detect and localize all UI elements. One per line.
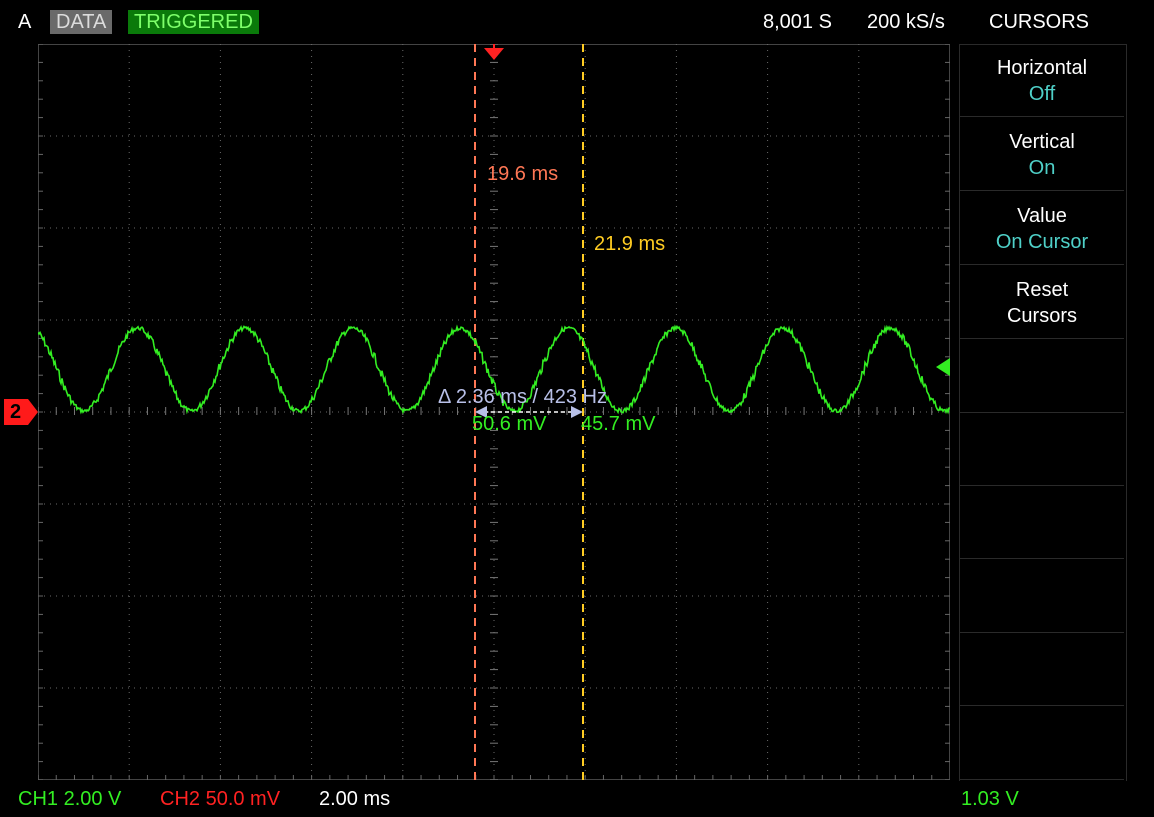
softkey-horizontal-value: Off <box>1028 83 1056 105</box>
sample-count: 8,001 S <box>763 11 832 33</box>
softkey-horizontal[interactable]: Horizontal Off <box>960 44 1124 117</box>
cursor1-value-readout: 50.6 mV <box>472 413 547 435</box>
cursor2-time-readout: 21.9 ms <box>594 233 666 255</box>
softkey-empty-10[interactable] <box>960 706 1124 780</box>
softkey-reset-cursors[interactable]: Reset Cursors <box>960 266 1124 339</box>
softkey-empty-8[interactable] <box>960 559 1124 633</box>
ch1-scale: CH1 2.00 V <box>18 788 122 810</box>
menu-title: CURSORS <box>989 11 1090 33</box>
cursor-delta-readout: Δ 2.36 ms / 423 Hz <box>438 386 607 408</box>
softkey-value-value: On Cursor <box>995 231 1089 253</box>
channel-letter: A <box>18 11 32 33</box>
softkey-empty-7[interactable] <box>960 486 1124 559</box>
data-mode-badge: DATA <box>50 10 113 34</box>
softkey-reset-label: Reset <box>1015 279 1069 301</box>
softkey-value[interactable]: Value On Cursor <box>960 192 1124 265</box>
softkey-vertical-label: Vertical <box>1009 131 1075 153</box>
softkey-vertical-value: On <box>1028 157 1056 179</box>
softkey-value-label: Value <box>1017 205 1067 227</box>
timebase-scale: 2.00 ms <box>319 788 391 810</box>
ch2-marker-label: 2 <box>10 401 22 423</box>
softkey-reset-value: Cursors <box>1006 305 1077 327</box>
ch2-scale: CH2 50.0 mV <box>160 788 281 810</box>
trigger-level-readout: 1.03 V <box>961 788 1019 810</box>
softkey-horizontal-label: Horizontal <box>996 57 1088 79</box>
softkey-vertical[interactable]: Vertical On <box>960 118 1124 191</box>
ch2-ground-marker[interactable]: 2 <box>4 399 40 425</box>
softkey-empty-9[interactable] <box>960 633 1124 706</box>
cursor1-time-readout: 19.6 ms <box>487 163 559 185</box>
triggered-status-badge: TRIGGERED <box>128 10 259 34</box>
softkey-empty-5[interactable] <box>960 340 1124 413</box>
cursor2-value-readout: 45.7 mV <box>581 413 656 435</box>
sample-rate: 200 kS/s <box>867 11 945 33</box>
softkey-empty-6[interactable] <box>960 413 1124 486</box>
trigger-level-marker-icon[interactable] <box>936 358 950 376</box>
